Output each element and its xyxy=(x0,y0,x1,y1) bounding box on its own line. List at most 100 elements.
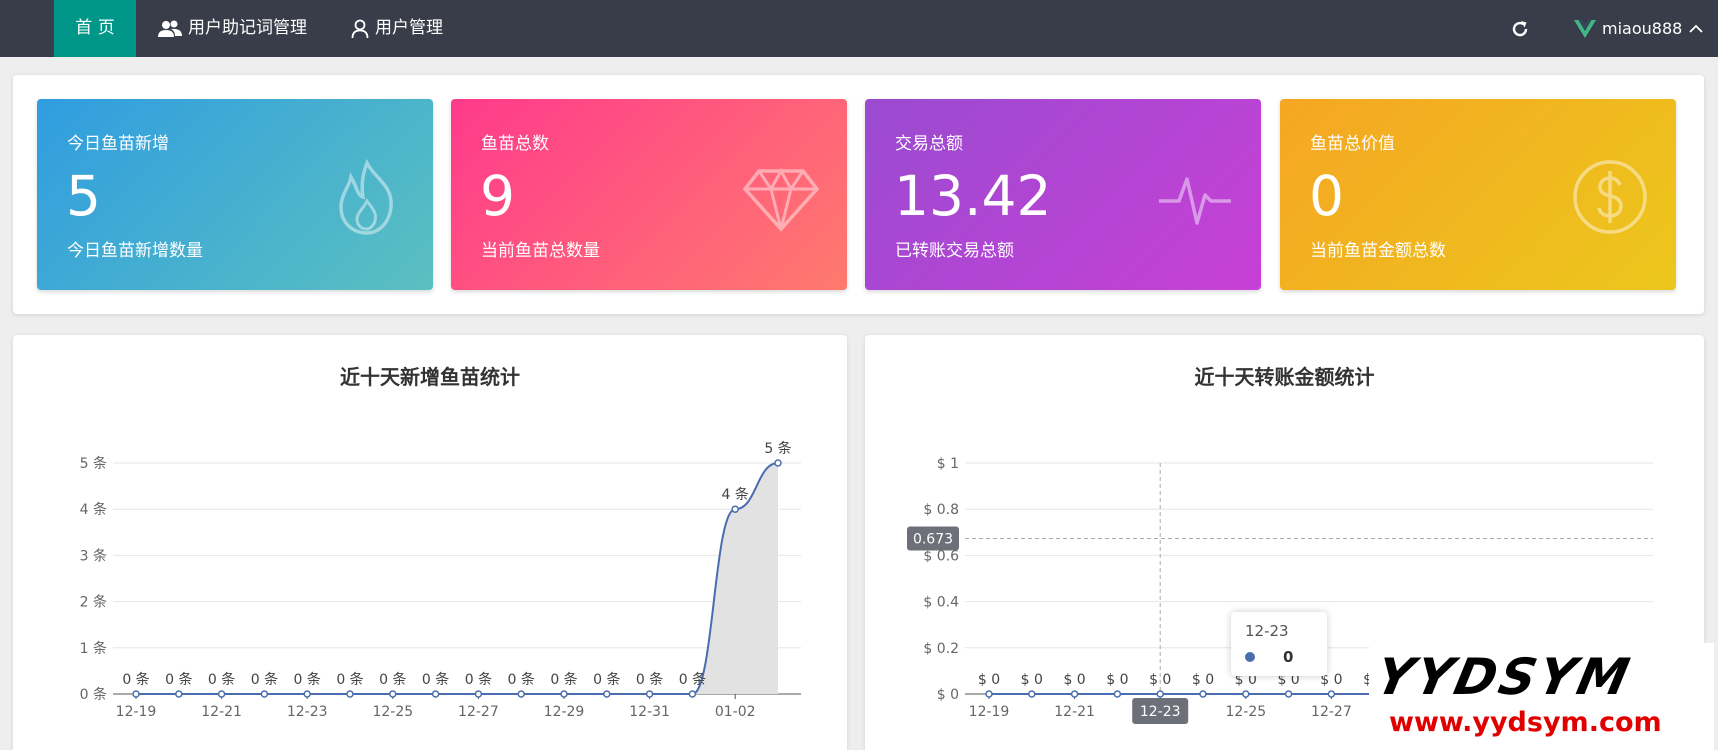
data-label: 0 条 xyxy=(508,671,535,688)
x-tick-label: 12-23 xyxy=(287,704,328,720)
watermark: YYDSYM www.yydsym.com xyxy=(1369,643,1714,750)
y-tick-label: 3 条 xyxy=(80,547,107,564)
y-tick-label: $ 0 xyxy=(937,687,959,703)
y-tick-label: $ 0.2 xyxy=(923,641,959,657)
card-subtitle: 今日鱼苗新增数量 xyxy=(67,241,203,261)
y-tick-label: $ 1 xyxy=(937,456,959,472)
x-tick-label: 12-27 xyxy=(458,704,499,720)
nav-mnemonic-management[interactable]: 用户助记词管理 xyxy=(158,0,307,57)
data-label: 0 条 xyxy=(422,671,449,688)
data-label: $ 0 xyxy=(1063,672,1085,688)
tooltip-value: 0 xyxy=(1283,648,1294,666)
data-point xyxy=(175,690,183,698)
y-tick-label: $ 0.6 xyxy=(923,548,959,564)
data-point xyxy=(1070,690,1079,698)
card-title: 鱼苗总价值 xyxy=(1310,134,1395,154)
card-trade-total: 交易总额 13.42 已转账交易总额 xyxy=(865,99,1261,290)
data-point xyxy=(303,690,311,698)
x-tick-label: 12-31 xyxy=(629,704,670,720)
x-tick-label: 12-21 xyxy=(1054,704,1095,720)
data-point xyxy=(431,690,440,698)
crosshair-y-label: 0.673 xyxy=(913,532,953,548)
data-label: 0 条 xyxy=(465,671,492,688)
card-title: 鱼苗总数 xyxy=(481,134,549,154)
card-subtitle: 当前鱼苗总数量 xyxy=(481,241,600,261)
x-tick-label: 12-27 xyxy=(1311,704,1352,720)
users-icon xyxy=(158,20,182,37)
data-point xyxy=(1028,690,1036,698)
x-tick-label: 12-21 xyxy=(201,704,242,720)
data-point xyxy=(1199,690,1207,698)
x-tick-label: 12-19 xyxy=(969,704,1010,720)
y-tick-label: 0 条 xyxy=(80,686,107,703)
nav-users-label: 用户管理 xyxy=(375,18,443,38)
data-point xyxy=(1284,690,1293,698)
pulse-icon xyxy=(1159,177,1231,225)
refresh-icon xyxy=(1512,20,1528,36)
nav-home-label: 首 页 xyxy=(75,18,115,38)
y-tick-label: 4 条 xyxy=(80,501,107,518)
data-point xyxy=(1113,690,1122,698)
card-subtitle: 已转账交易总额 xyxy=(895,241,1014,261)
user-icon xyxy=(351,19,369,38)
nav-user-management[interactable]: 用户管理 xyxy=(351,0,443,57)
card-title: 今日鱼苗新增 xyxy=(67,134,169,154)
crosshair-x-label: 12-23 xyxy=(1140,704,1181,720)
data-label: 5 条 xyxy=(764,440,791,457)
card-today-new: 今日鱼苗新增 5 今日鱼苗新增数量 xyxy=(37,99,433,290)
data-label: $ 0 xyxy=(1149,672,1171,688)
card-value: 9 xyxy=(480,164,515,228)
diamond-icon xyxy=(742,167,820,232)
data-label: 0 条 xyxy=(636,671,663,688)
data-point xyxy=(517,690,525,698)
chart-panel-new-fry: 近十天新增鱼苗统计 0 条1 条2 条3 条4 条5 条 12-19 12-21 12… xyxy=(13,335,847,750)
card-total-count: 鱼苗总数 9 当前鱼苗总数量 xyxy=(451,99,847,290)
y-tick-label: 1 条 xyxy=(80,640,107,657)
data-point xyxy=(603,690,611,698)
y-tick-label: 2 条 xyxy=(80,594,107,611)
data-point xyxy=(389,690,397,698)
card-title: 交易总额 xyxy=(895,134,963,154)
chevron-up-icon xyxy=(1689,24,1703,33)
data-point xyxy=(645,690,654,698)
data-label: 0 条 xyxy=(294,671,321,688)
tooltip-row: 0 xyxy=(1245,648,1313,666)
tooltip-date: 12-23 xyxy=(1245,622,1289,640)
new-fry-chart: 0 条 1 条 2 条 3 条 4 条 5 条 12-19 12-21 12-23 12-25 12… xyxy=(80,440,801,720)
refresh-button[interactable] xyxy=(1510,0,1530,57)
data-label: 0 条 xyxy=(379,671,406,688)
nav-home[interactable]: 首 页 xyxy=(54,0,136,57)
series-line xyxy=(136,462,779,695)
data-label: 0 条 xyxy=(593,671,620,688)
data-point xyxy=(132,690,140,698)
data-label: 0 条 xyxy=(550,671,577,688)
data-point xyxy=(688,690,697,698)
data-label: 0 条 xyxy=(165,671,192,688)
data-label: 4 条 xyxy=(722,486,749,503)
data-point xyxy=(985,690,993,698)
data-label: 0 条 xyxy=(336,671,363,688)
data-label: 0 条 xyxy=(251,671,278,688)
y-tick-label: $ 0.8 xyxy=(923,502,959,518)
series-area xyxy=(136,463,778,694)
data-point xyxy=(260,690,269,698)
data-label: 0 条 xyxy=(208,671,235,688)
x-tick-label: 01-02 xyxy=(715,704,756,720)
dollar-icon xyxy=(1573,160,1647,234)
vue-logo-icon xyxy=(1574,19,1596,38)
y-tick-label: 5 条 xyxy=(80,455,107,472)
data-point xyxy=(774,459,782,467)
data-point xyxy=(346,690,354,698)
flame-icon xyxy=(339,158,393,235)
data-label: $ 0 xyxy=(1021,672,1043,688)
watermark-url: www.yydsym.com xyxy=(1389,707,1662,738)
card-value: 5 xyxy=(66,164,101,228)
data-label: 0 条 xyxy=(122,671,149,688)
data-point xyxy=(560,690,568,698)
data-point xyxy=(217,690,226,698)
card-total-value: 鱼苗总价值 0 当前鱼苗金额总数 xyxy=(1280,99,1676,290)
user-menu[interactable]: miaou888 xyxy=(1574,0,1704,57)
nav-mnemonic-label: 用户助记词管理 xyxy=(188,18,307,38)
watermark-logo-text: YYDSYM xyxy=(1370,648,1638,706)
card-value: 13.42 xyxy=(894,164,1052,228)
